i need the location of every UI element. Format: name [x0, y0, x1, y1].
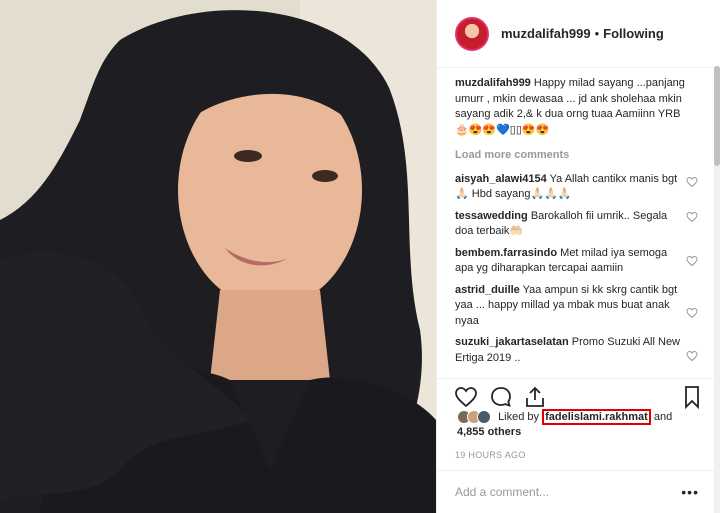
- liked-others-link[interactable]: 4,855 others: [457, 426, 521, 438]
- list-item: suzuki_jakartaselatan Promo Suzuki All N…: [455, 335, 687, 366]
- load-more-comments-link[interactable]: Load more comments: [455, 148, 687, 164]
- list-item: astrid_duille Yaa ampun si kk skrg canti…: [455, 283, 687, 330]
- avatar[interactable]: [455, 16, 489, 51]
- list-item: aisyah_alawi4154 Ya Allah cantikx manis …: [455, 172, 687, 203]
- share-icon[interactable]: [523, 385, 547, 409]
- action-bar: [437, 378, 720, 410]
- bookmark-icon[interactable]: [680, 385, 704, 409]
- comment-username[interactable]: tessawedding: [455, 210, 528, 222]
- comment-username[interactable]: astrid_duille: [455, 284, 520, 296]
- comment-heart-icon[interactable]: [686, 307, 698, 319]
- liked-by-prefix: Liked by: [498, 411, 540, 423]
- comment-username[interactable]: aisyah_alawi4154: [455, 173, 547, 185]
- post-side-panel: muzdalifah999 • Following muzdalifah999 …: [436, 0, 720, 513]
- liker-avatar[interactable]: [477, 410, 491, 425]
- comments-list: muzdalifah999 Happy milad sayang ...panj…: [455, 76, 687, 372]
- comment-input[interactable]: [455, 485, 675, 499]
- author-username[interactable]: muzdalifah999: [501, 26, 591, 41]
- likes-summary: Liked by fadelislami.rakhmat and 4,855 o…: [457, 409, 707, 440]
- post-header: muzdalifah999 • Following: [437, 0, 720, 68]
- comment-icon[interactable]: [489, 385, 513, 409]
- liked-by-suffix: and: [653, 411, 673, 423]
- comment-username[interactable]: bembem.farrasindo: [455, 247, 557, 259]
- caption-username[interactable]: muzdalifah999: [455, 77, 531, 89]
- separator-dot: •: [594, 26, 600, 41]
- liked-by-user-link[interactable]: fadelislami.rakhmat: [542, 409, 651, 425]
- comment-heart-icon[interactable]: [686, 255, 698, 267]
- comment-heart-icon[interactable]: [686, 211, 698, 223]
- post-timestamp[interactable]: 19 HOURS AGO: [455, 450, 526, 460]
- following-button[interactable]: Following: [603, 26, 664, 41]
- more-options-icon[interactable]: •••: [681, 484, 699, 500]
- comment-like-column: [684, 0, 698, 380]
- comment-heart-icon[interactable]: [686, 176, 698, 188]
- heart-icon[interactable]: [454, 385, 478, 409]
- post-photo[interactable]: [0, 0, 436, 513]
- list-item: bembem.farrasindo Met milad iya semoga a…: [455, 246, 687, 277]
- list-item: tessawedding Barokalloh fii umrik.. Sega…: [455, 209, 687, 240]
- post-caption: muzdalifah999 Happy milad sayang ...panj…: [455, 76, 687, 138]
- comment-heart-icon[interactable]: [686, 350, 698, 362]
- scrollbar-thumb[interactable]: [714, 66, 720, 166]
- comment-username[interactable]: suzuki_jakartaselatan: [455, 336, 569, 348]
- add-comment-bar: •••: [437, 470, 720, 513]
